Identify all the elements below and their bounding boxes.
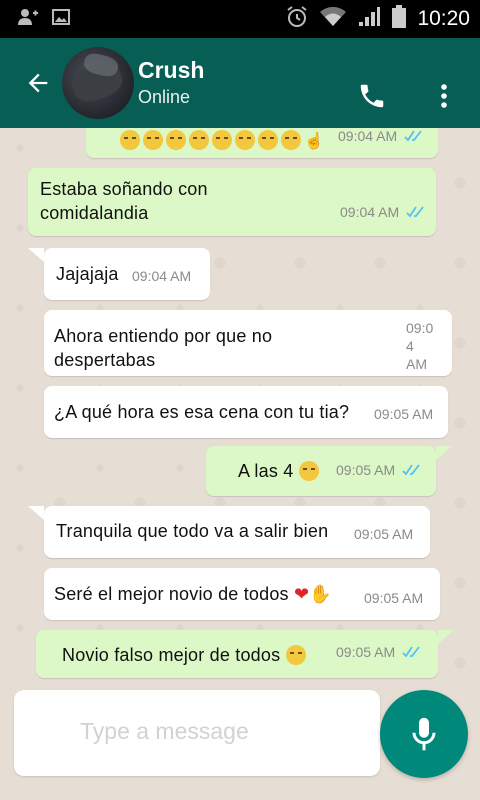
more-vert-icon bbox=[441, 84, 447, 108]
mic-icon bbox=[412, 717, 436, 751]
pensive-face-icon bbox=[189, 130, 209, 150]
status-bar: 10:20 bbox=[0, 0, 480, 38]
read-receipt-icon bbox=[402, 464, 420, 476]
message-outgoing[interactable]: A las 4 09:05 AM bbox=[206, 446, 436, 496]
alarm-icon bbox=[285, 5, 309, 34]
pensive-face-icon bbox=[281, 130, 301, 150]
message-time: AM bbox=[406, 356, 427, 372]
message-incoming[interactable]: Ahora entiendo por que no despertabas 09… bbox=[44, 310, 452, 376]
signal-icon bbox=[357, 6, 381, 33]
bubble-tail bbox=[28, 248, 44, 262]
pensive-face-icon bbox=[166, 130, 186, 150]
message-time: 4 bbox=[406, 338, 414, 354]
read-receipt-icon bbox=[404, 130, 422, 142]
message-time: 09:05 AM bbox=[364, 590, 424, 606]
message-text: Seré el mejor novio de todos ❤✋ bbox=[54, 582, 332, 606]
pensive-face-icon bbox=[258, 130, 278, 150]
voice-record-button[interactable] bbox=[380, 690, 468, 778]
message-time: 09:05 AM bbox=[336, 462, 396, 478]
bubble-tail bbox=[438, 630, 454, 644]
message-text-content: A las 4 bbox=[238, 461, 294, 481]
add-contact-notification-icon bbox=[18, 8, 38, 31]
message-text-line: Ahora entiendo por que no bbox=[54, 326, 273, 346]
message-text-line: despertabas bbox=[54, 350, 156, 370]
contact-name: Crush bbox=[138, 57, 205, 83]
message-time: 09:0 bbox=[406, 320, 434, 336]
emoji-row: ☝ bbox=[120, 128, 324, 154]
message-outgoing[interactable]: ☝ 09:04 AM bbox=[86, 128, 438, 158]
wifi-icon bbox=[319, 6, 347, 33]
message-input[interactable]: Type a message bbox=[14, 690, 380, 776]
battery-icon bbox=[391, 4, 407, 34]
message-time: 09:04 AM bbox=[338, 128, 398, 144]
message-time: 09:05 AM bbox=[336, 644, 396, 660]
bubble-tail bbox=[436, 446, 452, 460]
pensive-face-icon bbox=[235, 130, 255, 150]
call-button[interactable] bbox=[352, 76, 392, 116]
index-pointing-up-icon: ☝ bbox=[304, 133, 325, 150]
message-list[interactable]: ☝ 09:04 AM Estaba soñando con comidaland… bbox=[0, 128, 480, 688]
message-text-content: Novio falso mejor de todos bbox=[62, 645, 281, 665]
pensive-face-icon bbox=[120, 130, 140, 150]
message-time: 09:04 AM bbox=[340, 204, 400, 220]
clock: 10:20 bbox=[417, 7, 470, 30]
red-heart-icon: ❤ bbox=[293, 584, 310, 604]
chat-header: Crush Online bbox=[0, 38, 480, 128]
message-outgoing[interactable]: Novio falso mejor de todos 09:05 AM bbox=[36, 630, 438, 678]
read-receipt-icon bbox=[406, 206, 424, 218]
input-placeholder: Type a message bbox=[80, 718, 249, 744]
contact-status: Online bbox=[138, 87, 191, 107]
phone-icon bbox=[360, 84, 384, 108]
message-incoming[interactable]: ¿A qué hora es esa cena con tu tia? 09:0… bbox=[44, 386, 448, 438]
pensive-face-icon bbox=[212, 130, 232, 150]
message-incoming[interactable]: Tranquila que todo va a salir bien 09:05… bbox=[44, 506, 430, 558]
more-options-button[interactable] bbox=[424, 76, 464, 116]
back-button[interactable] bbox=[10, 38, 66, 128]
message-text-line: Estaba soñando con bbox=[40, 179, 208, 199]
message-time: 09:05 AM bbox=[374, 406, 434, 422]
message-text: A las 4 bbox=[238, 459, 322, 483]
avatar[interactable] bbox=[62, 47, 134, 119]
message-text-content: Seré el mejor novio de todos bbox=[54, 584, 289, 604]
read-receipt-icon bbox=[402, 646, 420, 658]
raised-hand-icon: ✋ bbox=[309, 584, 332, 604]
message-outgoing[interactable]: Estaba soñando con comidalandia 09:04 AM bbox=[28, 168, 436, 236]
pensive-face-icon bbox=[143, 130, 163, 150]
message-incoming[interactable]: Seré el mejor novio de todos ❤✋ 09:05 AM bbox=[44, 568, 440, 620]
arrow-back-icon bbox=[28, 73, 48, 93]
message-text: Jajajaja bbox=[56, 264, 119, 284]
bubble-tail bbox=[28, 506, 44, 520]
grimacing-face-icon bbox=[285, 645, 306, 665]
message-text-line: comidalandia bbox=[40, 203, 149, 223]
pensive-face-icon bbox=[298, 461, 319, 481]
message-time: 09:05 AM bbox=[354, 526, 414, 542]
message-text: Tranquila que todo va a salir bien bbox=[56, 521, 329, 541]
contact-info[interactable]: Crush Online bbox=[138, 56, 204, 110]
message-text: ¿A qué hora es esa cena con tu tia? bbox=[54, 402, 350, 422]
message-text: Novio falso mejor de todos bbox=[62, 643, 309, 667]
message-incoming[interactable]: Jajajaja 09:04 AM bbox=[44, 248, 210, 300]
message-time: 09:04 AM bbox=[132, 268, 192, 284]
image-notification-icon bbox=[52, 8, 70, 31]
